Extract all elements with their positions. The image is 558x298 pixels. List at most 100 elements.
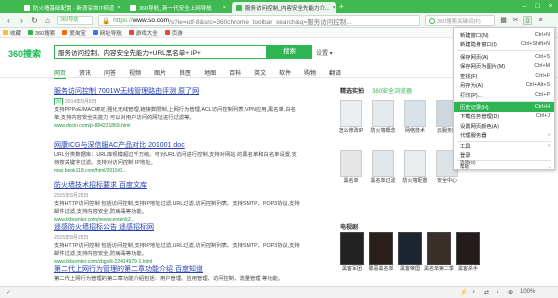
reload-icon[interactable]: ↻	[29, 15, 40, 26]
tv-section-title: 电视剧	[340, 225, 359, 231]
bookmark-item[interactable]: 页游	[164, 29, 183, 37]
toolbar-search-input[interactable]: 360搜索关键词(F)	[425, 15, 495, 26]
speed-icon[interactable]: ⚡	[460, 289, 467, 296]
menu-item-help[interactable]: 帮助 ›	[454, 164, 554, 170]
page-icon	[236, 4, 242, 11]
close-icon[interactable]: ×	[330, 5, 336, 11]
menu-item-find[interactable]: 查找(F) Ctrl+F	[454, 71, 554, 81]
back-icon[interactable]: ‹	[3, 15, 14, 26]
translate-icon[interactable]: ⇄	[484, 289, 489, 296]
menu-item-save-page[interactable]: 保存网页(A) Ctrl+S	[454, 52, 554, 62]
menu-item-incognito[interactable]: 新建隐身窗口(I) Ctrl+Shift+N	[454, 40, 554, 50]
poster-item[interactable]: 黑客杀手	[456, 232, 483, 272]
poster-image	[398, 232, 422, 265]
settings-link[interactable]: 设置 ▾	[316, 48, 333, 57]
side-panel-sub[interactable]: 360安全浏览器	[372, 89, 412, 95]
thumb-item[interactable]: 网络技术	[404, 100, 430, 134]
url-field[interactable]: 🔒 https://www.so.com/s?ie=utf-8&src=360c…	[98, 15, 420, 26]
bookmark-item[interactable]: 360搜索	[28, 29, 55, 37]
poster-image	[427, 232, 451, 265]
thumb-item[interactable]: 防火墙概念	[370, 100, 398, 134]
menu-icon[interactable]: ≡	[536, 16, 545, 25]
result-title[interactable]: 遥感防火墙招标公告 遥感招标网	[54, 222, 300, 232]
sound-icon[interactable]: ♪	[472, 289, 475, 295]
nav-logo[interactable]: 360导航	[57, 16, 93, 25]
thumbnail	[372, 150, 394, 177]
result-meta: 阅 2014年8月5日	[54, 98, 97, 105]
search-input[interactable]: 服务访问控制、内容安全先能力+URL黑名单+ IP+	[54, 45, 267, 59]
result-title[interactable]: 第二代上网行为管理的第二章功能介绍 百度知道	[54, 264, 300, 274]
zoom-level[interactable]: 100%	[520, 289, 535, 295]
result-snippet: 第二代上网行为管理的第二章功能介绍包括：用户管理、应用管理、访问控制、流量管理 …	[54, 276, 284, 282]
status-bar: ✓ ⚡ ♪ ⇄ ↓ ⊕ 100%	[0, 286, 558, 298]
result-title[interactable]: 网康ICG与深信服AC产品对比 201001 doc	[54, 140, 300, 150]
tools-icon[interactable]: ✂	[511, 16, 520, 25]
menu-separator	[457, 50, 551, 51]
result-url[interactable]: www.docin.com/p-884221869.html	[54, 123, 300, 129]
thumb-item[interactable]: 黑名单	[340, 150, 366, 184]
thumbnail	[372, 100, 394, 127]
tab-3[interactable]: 服务访问控制_内容安全先能力介... ×	[232, 2, 336, 13]
result-item: 第二代上网行为管理的第二章功能介绍 百度知道 第二代上网行为管理的第二章功能介绍…	[54, 264, 300, 283]
result-item: 防火墙技术招标要求 百度文库 2015年8月25日 支持HTTP访问控制 包括访…	[54, 180, 300, 223]
close-window-icon[interactable]: ×	[544, 1, 557, 12]
bookmark-item[interactable]: 网址导航	[92, 29, 122, 37]
result-item: 遥感防火墙招标公告 遥感招标网 2015年8月25日 支持HTTP访问控制 包括…	[54, 222, 300, 265]
download-icon[interactable]: ⇩	[523, 16, 532, 25]
security-status-icon[interactable]: ✓	[6, 289, 11, 296]
poster-item[interactable]: 黑客军团	[340, 232, 367, 272]
bookmark-icon	[128, 30, 134, 35]
bookmark-icon	[28, 30, 34, 35]
maximize-icon[interactable]: □	[531, 1, 544, 12]
menu-item-save-as[interactable]: 另存为(A) Ctrl+Alt+S	[454, 81, 554, 91]
tab-2[interactable]: 360导航_新一代安全上网导航 ×	[126, 2, 230, 13]
poster-item[interactable]: 黑名单第二季	[424, 232, 454, 272]
close-icon[interactable]: ×	[114, 5, 120, 11]
search-button[interactable]: 搜索	[267, 45, 312, 59]
minimize-icon[interactable]: –	[518, 1, 531, 12]
thumb-item[interactable]: 防火墙配置	[402, 150, 430, 184]
thumbnail	[340, 100, 362, 127]
new-tab-icon[interactable]: +	[339, 2, 344, 11]
search-engine-icon	[429, 17, 435, 24]
zoom-icon[interactable]: ⊕	[508, 289, 513, 296]
result-title[interactable]: 服务访问控制 7001W无线管理路由评测 原了网	[54, 86, 300, 96]
site-logo[interactable]: 360搜索	[8, 47, 41, 60]
result-snippet: 支持HTTP访问控制 包括访问控制,支持IP地址过滤,URL过滤,访问控制列表。…	[54, 243, 300, 257]
bookmark-item[interactable]: 收藏	[3, 29, 21, 37]
result-snippet: 支持PPPoE/MAC绑定,强化无线管理,链接数限制,上网行为管理,ACL访问控…	[54, 107, 296, 121]
thumbnail	[404, 150, 426, 177]
bookmark-icon	[62, 30, 68, 35]
menu-item-page-color[interactable]: 设置网页颜色(A)	[454, 121, 554, 131]
home-icon[interactable]: ⌂	[42, 15, 53, 26]
result-snippet: 支持HTTP访问控制 包括访问控制,支持IP地址过滤,URL过滤,访问控制列表。…	[54, 201, 300, 215]
close-icon[interactable]: ×	[220, 5, 226, 11]
menu-item-save-as-image[interactable]: 保存网页为图片(M) Ctrl+M	[454, 62, 554, 72]
tab-1[interactable]: 防火墙基础配置 - 新浪深圳IT频道 ×	[20, 2, 124, 13]
result-meta: 2015年8月25日	[54, 193, 89, 199]
menu-item-new-window[interactable]: 新建窗口(N) Ctrl+N	[454, 30, 554, 40]
result-item: 服务访问控制 7001W无线管理路由评测 原了网 阅 2014年8月5日 支持PP…	[54, 86, 300, 129]
browser-menu: 新建窗口(N) Ctrl+N 新建隐身窗口(I) Ctrl+Shift+N 保存网页…	[453, 27, 555, 170]
forward-icon[interactable]: ›	[16, 15, 27, 26]
menu-item-history[interactable]: 历史记录(H) Ctrl+H	[454, 102, 554, 112]
tab-bar: 防火墙基础配置 - 新浪深圳IT频道 × 360导航_新一代安全上网导航 × 服务访…	[0, 0, 558, 13]
thumbnail	[340, 150, 362, 177]
bookmark-item[interactable]: 游戏大全	[128, 29, 158, 37]
menu-item-login[interactable]: 登录	[454, 150, 554, 160]
thumb-item[interactable]: 怎么修改IP	[339, 100, 366, 134]
thumbnail	[404, 100, 426, 127]
apps-icon[interactable]: ▦	[499, 16, 508, 25]
bookmark-icon	[92, 30, 98, 35]
menu-item-print[interactable]: 打印(P)... Ctrl+P	[454, 90, 554, 100]
bookmark-item[interactable]: 爱淘宝	[62, 29, 86, 37]
result-url[interactable]: max.book118.com/html/2015/0...	[54, 168, 300, 174]
result-title[interactable]: 防火墙技术招标要求 百度文库	[54, 180, 300, 190]
poster-item[interactable]: 罪恶黑名单	[368, 232, 396, 272]
poster-image	[456, 232, 480, 265]
thumb-item[interactable]: 黑名单过滤	[370, 150, 398, 184]
menu-item-proxy[interactable]: 代理服务器 ›	[454, 131, 554, 141]
download-status-icon[interactable]: ↓	[496, 289, 499, 295]
menu-item-downloads[interactable]: 下载任务管理(D) Ctrl+J	[454, 112, 554, 122]
poster-item[interactable]: 黑客帝国	[398, 232, 425, 272]
